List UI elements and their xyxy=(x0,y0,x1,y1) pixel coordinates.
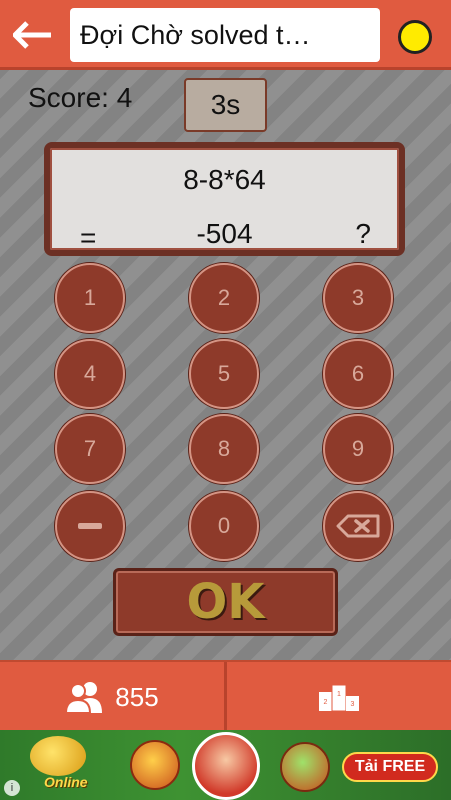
svg-text:1: 1 xyxy=(337,691,341,698)
svg-text:2: 2 xyxy=(324,699,328,706)
bottom-bar: 855 2 1 3 xyxy=(0,660,451,732)
minus-icon xyxy=(78,523,102,529)
answer-status: ? xyxy=(355,218,371,249)
top-bar: Đợi Chờ solved t… xyxy=(0,0,451,70)
dragon-icon xyxy=(280,742,330,792)
page-title: Đợi Chờ solved t… xyxy=(70,8,380,62)
ad-download-button[interactable]: Tải FREE xyxy=(342,752,438,782)
status-indicator xyxy=(398,20,432,54)
key-9[interactable]: 9 xyxy=(323,414,393,484)
expression-text: 8-8*64 xyxy=(183,164,266,195)
arrow-left-icon xyxy=(13,21,51,49)
back-button[interactable] xyxy=(8,14,58,56)
backspace-icon xyxy=(336,514,380,538)
info-icon[interactable]: i xyxy=(4,780,20,796)
coin-icon xyxy=(130,740,180,790)
key-minus[interactable] xyxy=(55,491,125,561)
ad-banner[interactable]: Online Tải FREE i xyxy=(0,730,451,800)
answer-text: -504 xyxy=(196,218,253,249)
gold-ingot-icon xyxy=(30,736,86,776)
expression-display: 8-8*64 = -504 ? xyxy=(44,142,405,256)
players-count: 855 xyxy=(115,681,159,712)
key-0[interactable]: 0 xyxy=(189,491,259,561)
key-4[interactable]: 4 xyxy=(55,339,125,409)
key-5[interactable]: 5 xyxy=(189,339,259,409)
key-2[interactable]: 2 xyxy=(189,263,259,333)
key-backspace[interactable] xyxy=(323,491,393,561)
timer-display: 3s xyxy=(184,78,267,132)
ok-button[interactable]: OK xyxy=(113,568,338,636)
key-1[interactable]: 1 xyxy=(55,263,125,333)
key-8[interactable]: 8 xyxy=(189,414,259,484)
users-icon xyxy=(65,682,103,714)
svg-text:3: 3 xyxy=(351,701,355,708)
podium-icon: 2 1 3 xyxy=(319,684,359,712)
key-6[interactable]: 6 xyxy=(323,339,393,409)
leaderboard-button[interactable]: 2 1 3 xyxy=(227,662,451,732)
avatar xyxy=(192,732,260,800)
ad-online-label: Online xyxy=(44,774,88,790)
score-label: Score: 4 xyxy=(28,82,133,113)
online-players-button[interactable]: 855 xyxy=(0,662,224,732)
key-7[interactable]: 7 xyxy=(55,414,125,484)
key-3[interactable]: 3 xyxy=(323,263,393,333)
